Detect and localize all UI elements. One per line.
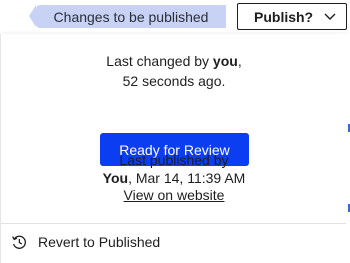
revert-to-published-item[interactable]: Revert to Published bbox=[1, 224, 347, 260]
last-changed-prefix: Last changed by bbox=[106, 53, 213, 69]
last-changed-line: Last changed by you, bbox=[1, 53, 347, 69]
last-changed-suffix: , bbox=[237, 53, 242, 69]
last-published-label: Last published by bbox=[119, 152, 229, 168]
scrollbar-edge bbox=[346, 34, 350, 263]
last-changed-user: you bbox=[212, 53, 238, 69]
publish-button-label: Publish? bbox=[254, 8, 314, 25]
publish-toolbar: Changes to be published Publish? bbox=[0, 0, 350, 34]
chevron-down-icon[interactable] bbox=[313, 4, 346, 29]
last-changed-time: 52 seconds ago. bbox=[122, 73, 226, 89]
publish-popover-page: Changes to be published Publish? Last ch… bbox=[0, 0, 350, 263]
history-icon bbox=[10, 233, 28, 251]
last-published-date: , Mar 14, 11:39 AM bbox=[128, 170, 246, 186]
revert-label: Revert to Published bbox=[38, 234, 161, 250]
status-badge: Changes to be published bbox=[29, 5, 226, 28]
publish-button[interactable]: Publish? bbox=[237, 3, 347, 30]
last-published-line: You, Mar 14, 11:39 AM bbox=[1, 170, 347, 186]
publish-panel: Last changed by you, 52 seconds ago. Rea… bbox=[0, 34, 347, 263]
view-on-website-link[interactable]: View on website bbox=[124, 187, 225, 203]
view-link-row: View on website bbox=[1, 187, 347, 203]
status-label: Changes to be published bbox=[53, 8, 209, 25]
last-published-user: You bbox=[102, 170, 129, 186]
